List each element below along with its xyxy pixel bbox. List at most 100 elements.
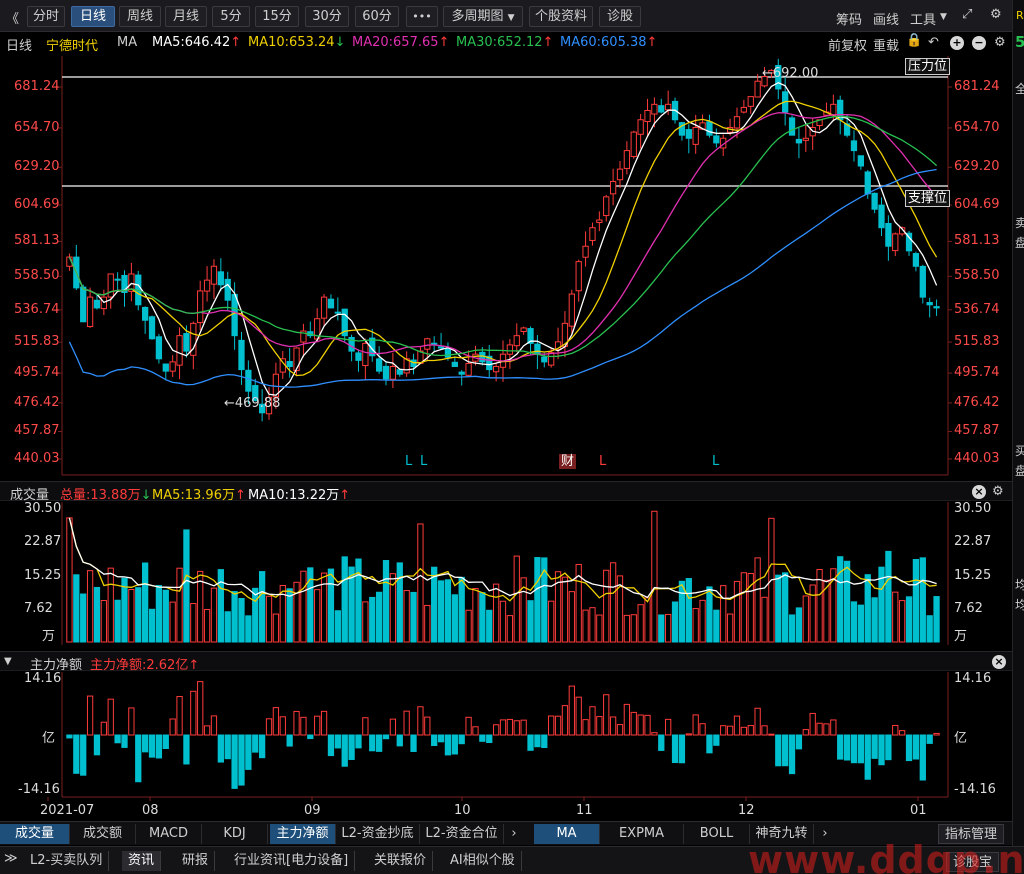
candle-body xyxy=(465,362,472,376)
tab-l2-bottom[interactable]: L2-资金抄底 xyxy=(336,824,420,844)
flow-tick-label: 14.16 xyxy=(24,671,62,686)
volume-bar xyxy=(926,615,933,643)
kline-chart[interactable] xyxy=(0,0,1012,821)
tab-industry-news[interactable]: 行业资讯[电力设备] xyxy=(228,851,356,871)
tab-related-quotes[interactable]: 关联报价 xyxy=(368,851,434,871)
net-flow-bar xyxy=(499,719,507,736)
volume-bar xyxy=(300,570,307,643)
tab-net-flow[interactable]: 主力净额 xyxy=(270,824,336,844)
net-flow-bar xyxy=(816,722,823,736)
tab-turnover[interactable]: 成交额 xyxy=(70,824,136,844)
price-tick-label: 581.13 xyxy=(954,233,1000,249)
net-flow-bar xyxy=(86,695,94,736)
settings-icon[interactable]: ⚙ xyxy=(992,484,1004,499)
tab-news[interactable]: 资讯 xyxy=(122,851,162,871)
tab-research[interactable]: 研报 xyxy=(176,851,216,871)
volume-tick-label: 7.62 xyxy=(954,600,983,616)
volume-bar xyxy=(548,600,555,643)
net-flow-bar xyxy=(307,734,314,740)
tab-ma[interactable]: MA xyxy=(534,824,600,844)
volume-bar xyxy=(472,588,479,643)
candle-body xyxy=(912,253,920,267)
tab-l2-queue[interactable]: L2-买卖队列 xyxy=(24,851,110,871)
net-flow-bar xyxy=(788,734,796,775)
price-tick-label: 654.70 xyxy=(14,119,60,135)
volume-bar xyxy=(169,601,176,643)
net-flow-bar xyxy=(685,733,692,736)
volume-bar xyxy=(444,579,452,643)
right-side-panel[interactable]: R 5 全 卖 盘 买 盘 均 均 xyxy=(1012,0,1024,846)
candle-body xyxy=(114,278,121,281)
volume-bar xyxy=(892,591,899,643)
date-tick-label: 2021-07 xyxy=(40,803,95,818)
net-flow-bar xyxy=(231,734,238,789)
net-flow-bar xyxy=(197,681,204,736)
candle-body xyxy=(86,296,94,328)
net-flow-bar xyxy=(410,734,417,752)
volume-bar xyxy=(527,600,534,643)
volume-bar xyxy=(258,571,266,643)
flow-panel-header: ▼ 主力净额 主力净额:2.62亿↑ × xyxy=(0,651,1012,673)
event-marker-l[interactable]: L xyxy=(599,454,606,469)
tab-l2-position[interactable]: L2-资金合位 xyxy=(420,824,504,844)
volume-bar xyxy=(155,585,163,643)
flow-value: 主力净额:2.62亿↑ xyxy=(90,658,200,673)
high-price-marker: ←692.00 xyxy=(762,66,819,81)
volume-bar xyxy=(706,586,713,643)
net-flow-bar xyxy=(183,734,190,765)
candle-body xyxy=(795,138,803,144)
net-flow-bar xyxy=(802,729,809,736)
volume-bar xyxy=(843,560,851,643)
candle-body xyxy=(355,352,362,361)
side-text: R xyxy=(1016,9,1024,22)
chevron-down-icon[interactable]: ▼ xyxy=(4,656,12,667)
event-marker-l[interactable]: L xyxy=(405,454,412,469)
net-flow-bar xyxy=(658,734,665,751)
net-flow-bar xyxy=(706,734,713,754)
net-flow-bar xyxy=(224,734,231,760)
net-flow-bar xyxy=(754,707,761,736)
volume-bar xyxy=(506,615,514,643)
volume-bar xyxy=(479,592,486,643)
net-flow-bar xyxy=(761,725,768,736)
tab-macd[interactable]: MACD xyxy=(136,824,202,844)
candle-body xyxy=(651,103,658,115)
volume-tick-label: 15.25 xyxy=(954,567,992,583)
event-marker-l[interactable]: L xyxy=(420,454,427,469)
net-flow-bar xyxy=(479,734,486,742)
price-tick-label: 476.42 xyxy=(14,394,60,410)
tab-expma[interactable]: EXPMA xyxy=(600,824,684,844)
flow-tick-label: -14.16 xyxy=(18,782,60,797)
earnings-marker[interactable]: 财 xyxy=(559,454,577,469)
close-icon[interactable]: × xyxy=(992,655,1006,669)
candle-body xyxy=(286,361,293,368)
net-flow-bar xyxy=(327,734,335,757)
volume-bar xyxy=(561,576,569,643)
volume-bar xyxy=(327,568,335,643)
chevron-right-icon[interactable]: › xyxy=(504,824,524,844)
volume-bar xyxy=(651,510,658,643)
low-price-marker: ←469.88 xyxy=(224,396,281,411)
net-flow-bar xyxy=(80,734,87,776)
net-flow-bar xyxy=(355,734,362,749)
price-tick-label: 558.50 xyxy=(14,268,60,284)
tab-kdj[interactable]: KDJ xyxy=(202,824,268,844)
candle-body xyxy=(892,233,899,252)
candle-body xyxy=(492,366,500,373)
tab-ai-similar[interactable]: AI相似个股 xyxy=(444,851,522,871)
net-flow-bar xyxy=(919,734,926,781)
flow-tick-label: 亿 xyxy=(42,731,56,746)
tab-boll[interactable]: BOLL xyxy=(684,824,750,844)
net-flow-bar xyxy=(114,734,121,744)
candle-body xyxy=(217,271,224,286)
date-tick-label: 08 xyxy=(142,803,159,818)
net-flow-bar xyxy=(107,698,114,736)
volume-bar xyxy=(265,595,273,643)
event-marker-l[interactable]: L xyxy=(712,454,719,469)
volume-bar xyxy=(431,566,438,643)
candle-body xyxy=(933,306,940,309)
tab-volume[interactable]: 成交量 xyxy=(0,824,70,844)
volume-bar xyxy=(795,607,803,643)
close-icon[interactable]: × xyxy=(972,485,986,499)
collapse-icon[interactable]: ≫ xyxy=(4,851,18,866)
